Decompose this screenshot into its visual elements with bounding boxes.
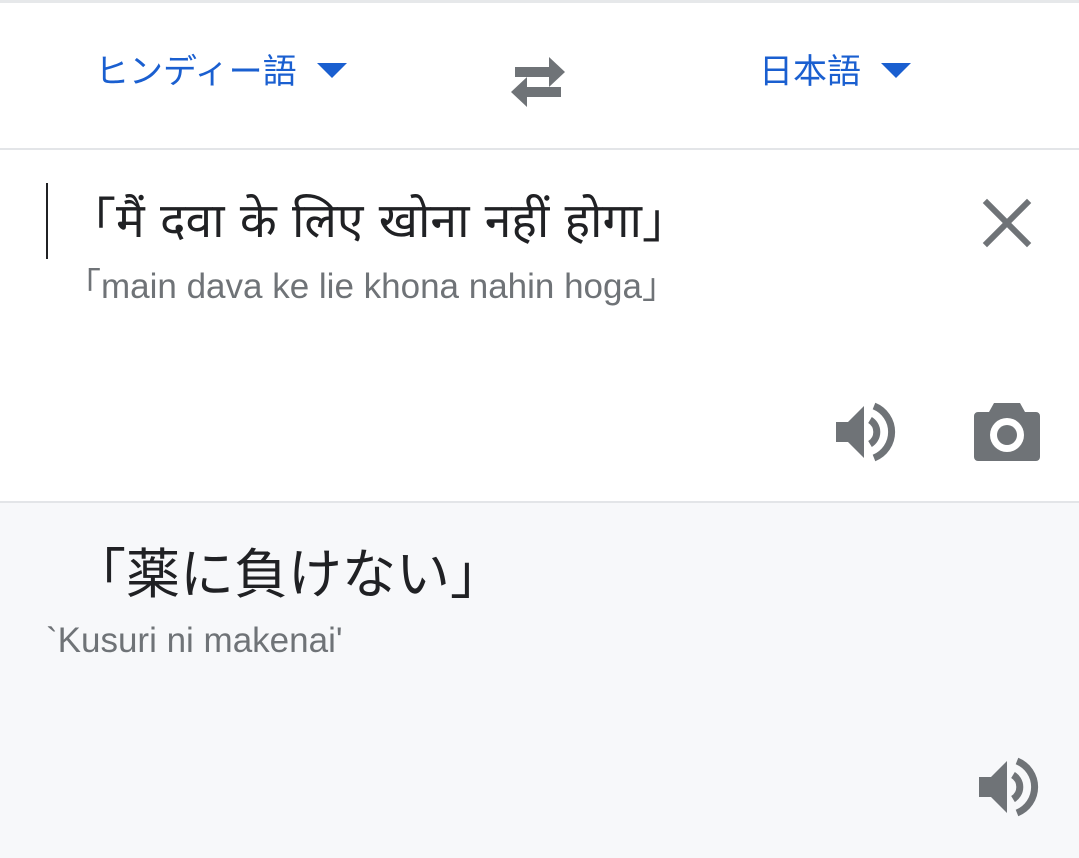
source-language-selector[interactable]: ヒンディー語 (95, 43, 347, 93)
source-language-label: ヒンディー語 (95, 51, 297, 92)
speaker-icon (979, 757, 1039, 817)
source-input-area[interactable]: 「मैं दवा के लिए खोना नहीं होगा」 「main da… (0, 150, 1079, 503)
source-listen-button[interactable] (832, 400, 896, 464)
caret-down-icon (316, 62, 347, 78)
translated-transliteration: `Kusuri ni makenai' (46, 621, 343, 660)
source-transliteration: 「main dava ke lie khona nahin hoga」 (66, 267, 677, 306)
translated-text[interactable]: 「薬に負けない」 (72, 539, 504, 611)
swap-languages-button[interactable] (503, 51, 573, 107)
caret-down-icon (881, 62, 911, 78)
translation-output-area: 「薬に負けない」 `Kusuri ni makenai' (0, 503, 1079, 858)
source-text[interactable]: 「मैं दवा के लिए खोना नहीं होगा」 (68, 188, 690, 254)
language-bar: ヒンディー語 日本語 (0, 3, 1079, 150)
target-language-selector[interactable]: 日本語 (759, 43, 911, 93)
translate-app: ヒンディー語 日本語 「मैं दवा के लिए खोना नहीं होग… (0, 0, 1079, 858)
target-language-label: 日本語 (759, 51, 861, 92)
speaker-icon (836, 402, 896, 462)
text-cursor (46, 183, 48, 259)
close-icon (982, 198, 1032, 248)
camera-icon (974, 403, 1040, 461)
swap-arrows-icon (511, 57, 565, 107)
clear-input-button[interactable] (978, 194, 1036, 252)
camera-button[interactable] (972, 399, 1042, 463)
translation-listen-button[interactable] (975, 755, 1039, 819)
